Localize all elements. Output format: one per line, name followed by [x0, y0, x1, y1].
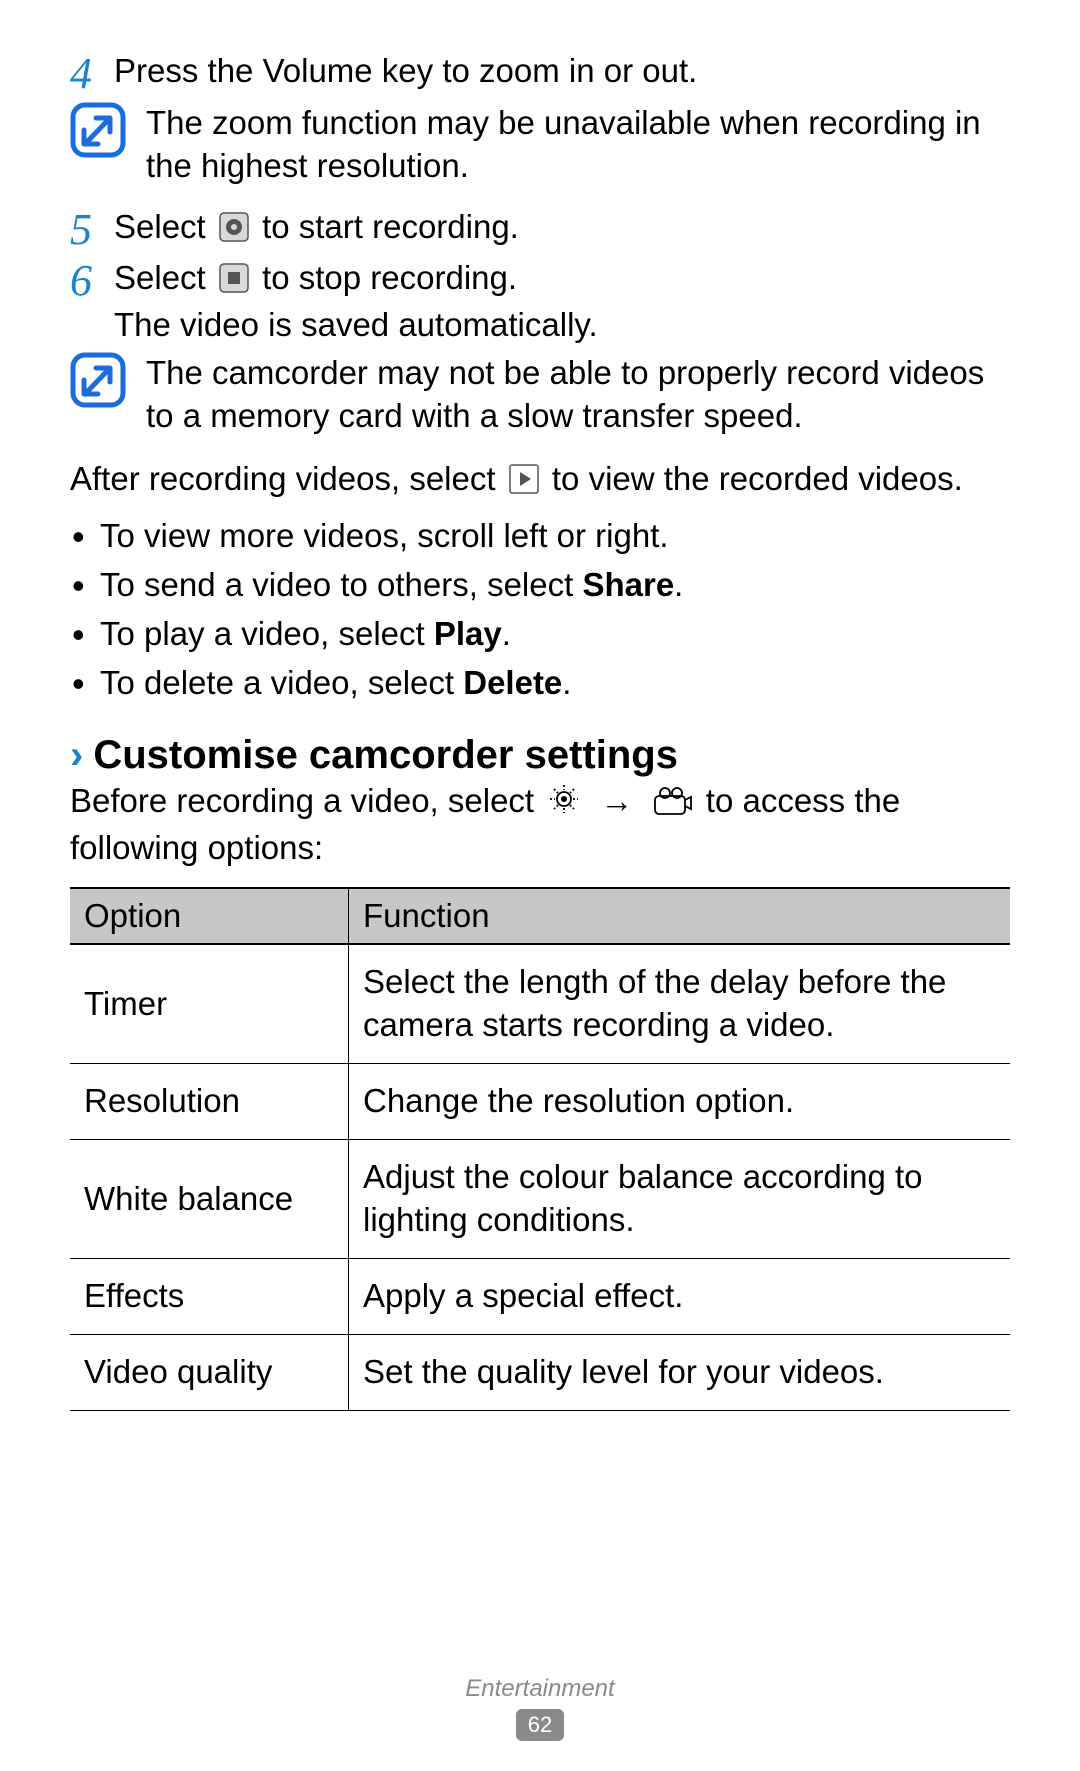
table-cell-function: Set the quality level for your videos. — [349, 1334, 1011, 1410]
note-text: The zoom function may be unavailable whe… — [146, 102, 1010, 188]
settings-gear-icon — [547, 782, 581, 827]
list-item: To play a video, select Play. — [70, 613, 1010, 656]
table-cell-function: Change the resolution option. — [349, 1064, 1011, 1140]
step-text-post: to stop recording. — [262, 259, 517, 296]
chevron-icon: › — [70, 733, 83, 778]
record-button-icon — [219, 210, 249, 253]
step-text-pre: Select — [114, 208, 215, 245]
list-text-bold: Play — [434, 615, 502, 652]
manual-page: 4 Press the Volume key to zoom in or out… — [0, 0, 1080, 1771]
step-text-post: to start recording. — [262, 208, 519, 245]
para-pre: After recording videos, select — [70, 460, 505, 497]
list-text-post: . — [674, 566, 683, 603]
table-row: Timer Select the length of the delay bef… — [70, 944, 1010, 1063]
list-text-pre: To play a video, select — [100, 615, 434, 652]
footer-page-number: 62 — [516, 1709, 564, 1741]
list-item: To delete a video, select Delete. — [70, 662, 1010, 705]
step-number: 6 — [70, 257, 114, 303]
options-table: Option Function Timer Select the length … — [70, 887, 1010, 1410]
camcorder-icon — [653, 784, 693, 827]
note-icon — [70, 102, 126, 158]
table-header-function: Function — [349, 888, 1011, 944]
list-item: To view more videos, scroll left or righ… — [70, 515, 1010, 558]
page-footer: Entertainment 62 — [0, 1675, 1080, 1741]
list-text-bold: Share — [582, 566, 674, 603]
step-5: 5 Select to start recording. — [70, 206, 1010, 253]
para-post: to view the recorded videos. — [552, 460, 963, 497]
step-number: 5 — [70, 206, 114, 252]
note-memory-card: The camcorder may not be able to properl… — [70, 352, 1010, 438]
step-text: Select to start recording. — [114, 206, 1010, 253]
table-row: Video quality Set the quality level for … — [70, 1334, 1010, 1410]
note-zoom: The zoom function may be unavailable whe… — [70, 102, 1010, 188]
step-text: Press the Volume key to zoom in or out. — [114, 50, 1010, 93]
step-number: 4 — [70, 50, 114, 96]
tips-list: To view more videos, scroll left or righ… — [70, 515, 1010, 705]
table-cell-option: Timer — [70, 944, 349, 1063]
step-text: Select to stop recording. The video is s… — [114, 257, 1010, 347]
note-text: The camcorder may not be able to properl… — [146, 352, 1010, 438]
table-cell-option: Resolution — [70, 1064, 349, 1140]
list-text-bold: Delete — [463, 664, 562, 701]
section-title: Customise camcorder settings — [93, 733, 678, 778]
table-cell-function: Apply a special effect. — [349, 1258, 1011, 1334]
table-row: Effects Apply a special effect. — [70, 1258, 1010, 1334]
list-text-post: . — [562, 664, 571, 701]
section-heading: › Customise camcorder settings — [70, 733, 1010, 778]
step-4: 4 Press the Volume key to zoom in or out… — [70, 50, 1010, 96]
list-text-pre: To delete a video, select — [100, 664, 463, 701]
table-row: Resolution Change the resolution option. — [70, 1064, 1010, 1140]
after-recording-paragraph: After recording videos, select to view t… — [70, 458, 1010, 505]
table-cell-function: Adjust the colour balance according to l… — [349, 1140, 1011, 1259]
step-text-extra: The video is saved automatically. — [114, 306, 598, 343]
note-icon — [70, 352, 126, 408]
footer-section-label: Entertainment — [0, 1675, 1080, 1703]
list-item: To send a video to others, select Share. — [70, 564, 1010, 607]
intro-pre: Before recording a video, select — [70, 782, 543, 819]
list-text-post: . — [502, 615, 511, 652]
section-intro: Before recording a video, select → — [70, 780, 1010, 870]
play-thumbnail-icon — [509, 462, 539, 505]
table-header-option: Option — [70, 888, 349, 944]
step-6: 6 Select to stop recording. The video is… — [70, 257, 1010, 347]
table-cell-option: Video quality — [70, 1334, 349, 1410]
table-cell-option: Effects — [70, 1258, 349, 1334]
stop-button-icon — [219, 261, 249, 304]
arrow-icon: → — [600, 780, 633, 823]
table-row: White balance Adjust the colour balance … — [70, 1140, 1010, 1259]
table-cell-option: White balance — [70, 1140, 349, 1259]
step-text-pre: Select — [114, 259, 215, 296]
list-text-pre: To send a video to others, select — [100, 566, 582, 603]
table-cell-function: Select the length of the delay before th… — [349, 944, 1011, 1063]
